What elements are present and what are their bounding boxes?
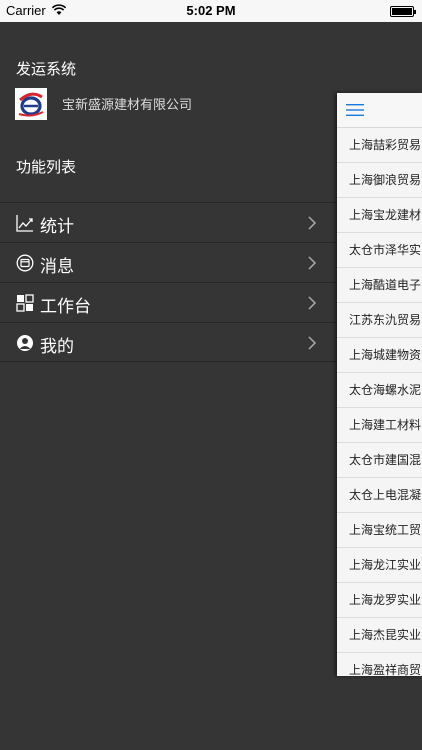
company-logo xyxy=(15,88,47,120)
grid-icon xyxy=(16,294,34,312)
list-item[interactable]: 上海建工材料 xyxy=(337,408,422,443)
list-item[interactable]: 上海宝龙建材 xyxy=(337,198,422,233)
menu-item-label: 统计 xyxy=(40,217,74,237)
chevron-right-icon xyxy=(308,256,317,270)
hamburger-menu-icon[interactable] xyxy=(346,103,364,117)
list-item[interactable]: 江苏东氿贸易 xyxy=(337,303,422,338)
company-name: 宝新盛源建材有限公司 xyxy=(62,98,193,113)
main-panel[interactable]: 上海喆彩贸易 上海御浪贸易 上海宝龙建材 太仓市泽华实 上海酷道电子 江苏东氿贸… xyxy=(337,93,422,676)
chevron-right-icon xyxy=(308,336,317,350)
list-item[interactable]: 上海杰昆实业 xyxy=(337,618,422,653)
list-item[interactable]: 上海城建物资 xyxy=(337,338,422,373)
list-item[interactable]: 上海宝统工贸 xyxy=(337,513,422,548)
list-item[interactable]: 上海龙江实业 xyxy=(337,548,422,583)
status-bar: Carrier 5:02 PM xyxy=(0,0,422,22)
chevron-right-icon xyxy=(308,296,317,310)
list-item[interactable]: 太仓海螺水泥 xyxy=(337,373,422,408)
side-menu: 发运系统 宝新盛源建材有限公司 功能列表 统计 消息 工作台 我的 xyxy=(0,22,338,750)
list-item[interactable]: 太仓市建国混 xyxy=(337,443,422,478)
list-item[interactable]: 上海喆彩贸易 xyxy=(337,128,422,163)
menu-item-workbench[interactable]: 工作台 xyxy=(0,282,338,322)
chevron-right-icon xyxy=(308,216,317,230)
list-item[interactable]: 上海御浪贸易 xyxy=(337,163,422,198)
menu-item-label: 我的 xyxy=(40,337,74,357)
menu-item-statistics[interactable]: 统计 xyxy=(0,202,338,242)
list-item[interactable]: 太仓市泽华实 xyxy=(337,233,422,268)
menu-item-label: 工作台 xyxy=(40,297,91,317)
chart-line-icon xyxy=(16,215,33,232)
menu-item-messages[interactable]: 消息 xyxy=(0,242,338,282)
message-icon xyxy=(16,254,34,272)
app-title: 发运系统 xyxy=(16,60,77,78)
function-list: 统计 消息 工作台 我的 xyxy=(0,202,338,362)
menu-item-profile[interactable]: 我的 xyxy=(0,322,338,362)
list-item[interactable]: 上海盈祥商贸 xyxy=(337,653,422,676)
battery-icon xyxy=(390,6,416,17)
user-icon xyxy=(17,335,33,351)
list-item[interactable]: 太仓上电混凝 xyxy=(337,478,422,513)
list-item[interactable]: 上海龙罗实业 xyxy=(337,583,422,618)
section-title: 功能列表 xyxy=(16,158,77,176)
nav-bar xyxy=(337,93,422,128)
list-item[interactable]: 上海酷道电子 xyxy=(337,268,422,303)
status-time: 5:02 PM xyxy=(186,3,236,18)
menu-item-label: 消息 xyxy=(40,257,74,277)
